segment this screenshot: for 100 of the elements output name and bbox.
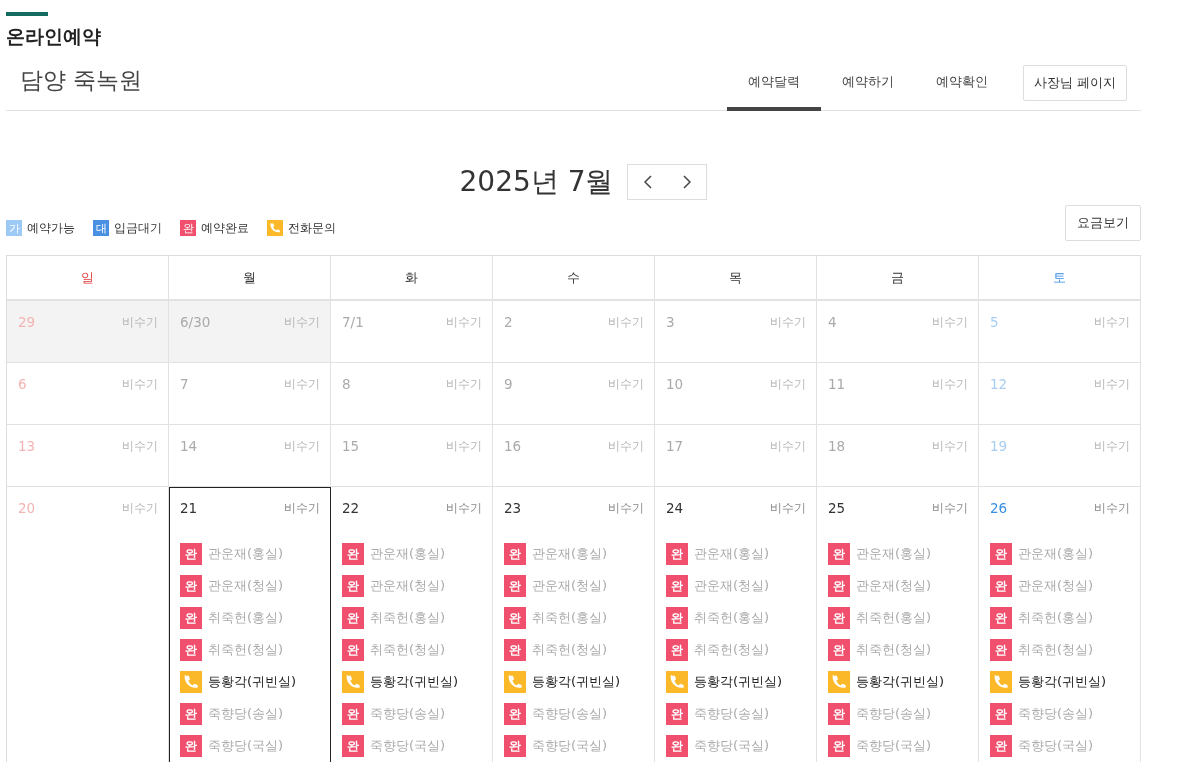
day-number: 15: [342, 438, 360, 455]
room-name[interactable]: 취죽헌(홍실): [1018, 609, 1094, 627]
rates-button[interactable]: 요금보기: [1065, 205, 1141, 241]
day-number: 21: [180, 500, 198, 517]
room-name[interactable]: 관운재(홍실): [370, 545, 446, 563]
room-name[interactable]: 죽향당(국실): [370, 737, 446, 755]
room-name[interactable]: 죽향당(국실): [856, 737, 932, 755]
room-name[interactable]: 등황각(귀빈실): [208, 673, 297, 691]
room-name[interactable]: 관운재(청실): [532, 577, 608, 595]
day-cell[interactable]: 20 비수기: [7, 487, 169, 762]
room-name[interactable]: 취죽헌(홍실): [208, 609, 284, 627]
room-name[interactable]: 등황각(귀빈실): [370, 673, 459, 691]
room-name[interactable]: 죽향당(송실): [1018, 705, 1094, 723]
day-cell[interactable]: 14 비수기: [169, 425, 331, 487]
season-label: 비수기: [608, 438, 644, 455]
room-name[interactable]: 관운재(청실): [208, 577, 284, 595]
status-badge: 완: [342, 543, 364, 565]
room-name[interactable]: 등황각(귀빈실): [856, 673, 945, 691]
room-name[interactable]: 등황각(귀빈실): [1018, 673, 1107, 691]
room-name[interactable]: 죽향당(송실): [208, 705, 284, 723]
accent-bar: [6, 12, 48, 16]
status-badge: 완: [342, 575, 364, 597]
room-name[interactable]: 취죽헌(청실): [208, 641, 284, 659]
room-name[interactable]: 취죽헌(청실): [532, 641, 608, 659]
season-label: 비수기: [122, 376, 158, 393]
room-name[interactable]: 관운재(청실): [1018, 577, 1094, 595]
day-number: 10: [666, 376, 684, 393]
room-name[interactable]: 관운재(홍실): [694, 545, 770, 563]
nav-tab[interactable]: 예약하기: [820, 73, 915, 111]
chevron-left-icon: [644, 175, 652, 189]
day-cell[interactable]: 9 비수기: [493, 363, 655, 425]
day-cell[interactable]: 21 비수기 완 관운재(홍실) 완 관운재(청실) 완 취죽헌(홍실) 완 취죽헌(청실) 등황각(귀빈실) 완 죽향당(송실) 완 죽향당(국실): [169, 487, 331, 762]
day-cell[interactable]: 23 비수기 완 관운재(홍실) 완 관운재(청실) 완 취죽헌(홍실) 완 취죽헌(청실) 등황각(귀빈실) 완 죽향당(송실) 완 죽향당(국실): [493, 487, 655, 762]
day-number: 11: [828, 376, 846, 393]
room-name[interactable]: 죽향당(송실): [856, 705, 932, 723]
day-number: 22: [342, 500, 360, 517]
room-name[interactable]: 취죽헌(홍실): [694, 609, 770, 627]
day-cell[interactable]: 17 비수기: [655, 425, 817, 487]
status-badge: 완: [990, 735, 1012, 757]
room-name[interactable]: 관운재(홍실): [1018, 545, 1094, 563]
day-cell[interactable]: 7 비수기: [169, 363, 331, 425]
room-name[interactable]: 죽향당(송실): [532, 705, 608, 723]
season-label: 비수기: [770, 376, 806, 393]
day-number: 19: [990, 438, 1008, 455]
room-name[interactable]: 관운재(홍실): [532, 545, 608, 563]
page-title: 온라인예약: [6, 24, 101, 49]
room-name[interactable]: 관운재(청실): [856, 577, 932, 595]
day-cell[interactable]: 26 비수기 완 관운재(홍실) 완 관운재(청실) 완 취죽헌(홍실) 완 취죽헌(청실) 등황각(귀빈실) 완 죽향당(송실) 완 죽향당(국실): [979, 487, 1141, 762]
room-name[interactable]: 취죽헌(청실): [856, 641, 932, 659]
room-name[interactable]: 관운재(청실): [694, 577, 770, 595]
room-name[interactable]: 취죽헌(청실): [1018, 641, 1094, 659]
day-cell[interactable]: 19 비수기: [979, 425, 1141, 487]
day-cell[interactable]: 5 비수기: [979, 301, 1141, 363]
status-badge: 완: [666, 639, 688, 661]
day-cell[interactable]: 15 비수기: [331, 425, 493, 487]
day-cell[interactable]: 25 비수기 완 관운재(홍실) 완 관운재(청실) 완 취죽헌(홍실) 완 취죽헌(청실) 등황각(귀빈실) 완 죽향당(송실) 완 죽향당(국실): [817, 487, 979, 762]
day-cell[interactable]: 22 비수기 완 관운재(홍실) 완 관운재(청실) 완 취죽헌(홍실) 완 취죽헌(청실) 등황각(귀빈실) 완 죽향당(송실) 완 죽향당(국실): [331, 487, 493, 762]
room-name[interactable]: 죽향당(국실): [208, 737, 284, 755]
owner-page-button[interactable]: 사장님 페이지: [1022, 65, 1127, 101]
season-label: 비수기: [446, 314, 482, 331]
room-name[interactable]: 죽향당(국실): [532, 737, 608, 755]
day-cell[interactable]: 13 비수기: [7, 425, 169, 487]
day-cell[interactable]: 2 비수기: [493, 301, 655, 363]
room-name[interactable]: 등황각(귀빈실): [694, 673, 783, 691]
nav-tab[interactable]: 예약확인: [914, 73, 1009, 111]
room-name[interactable]: 취죽헌(홍실): [856, 609, 932, 627]
day-cell[interactable]: 8 비수기: [331, 363, 493, 425]
day-cell[interactable]: 6 비수기: [7, 363, 169, 425]
season-label: 비수기: [608, 314, 644, 331]
room-name[interactable]: 취죽헌(청실): [694, 641, 770, 659]
season-label: 비수기: [932, 376, 968, 393]
room-name[interactable]: 죽향당(국실): [694, 737, 770, 755]
day-cell[interactable]: 12 비수기: [979, 363, 1141, 425]
day-cell[interactable]: 18 비수기: [817, 425, 979, 487]
room-name[interactable]: 취죽헌(홍실): [370, 609, 446, 627]
day-cell[interactable]: 10 비수기: [655, 363, 817, 425]
day-cell[interactable]: 11 비수기: [817, 363, 979, 425]
day-cell[interactable]: 3 비수기: [655, 301, 817, 363]
room-name[interactable]: 취죽헌(청실): [370, 641, 446, 659]
room-name[interactable]: 등황각(귀빈실): [532, 673, 621, 691]
room-name[interactable]: 죽향당(송실): [370, 705, 446, 723]
day-cell[interactable]: 24 비수기 완 관운재(홍실) 완 관운재(청실) 완 취죽헌(홍실) 완 취죽헌(청실) 등황각(귀빈실) 완 죽향당(송실) 완 죽향당(국실): [655, 487, 817, 762]
season-label: 비수기: [1094, 438, 1130, 455]
day-number: 7/1: [342, 314, 364, 331]
status-badge: 완: [828, 703, 850, 725]
legend-label: 입금대기: [114, 220, 162, 236]
day-cell[interactable]: 7/1 비수기: [331, 301, 493, 363]
room-name[interactable]: 죽향당(송실): [694, 705, 770, 723]
nav-tab[interactable]: 예약달력: [726, 73, 821, 111]
room-name[interactable]: 취죽헌(홍실): [532, 609, 608, 627]
legend-label: 전화문의: [288, 220, 336, 236]
room-name[interactable]: 관운재(청실): [370, 577, 446, 595]
place-name: 담양 죽녹원: [20, 67, 143, 93]
room-name[interactable]: 관운재(홍실): [856, 545, 932, 563]
room-name[interactable]: 죽향당(국실): [1018, 737, 1094, 755]
day-cell[interactable]: 4 비수기: [817, 301, 979, 363]
season-label: 비수기: [932, 314, 968, 331]
room-name[interactable]: 관운재(홍실): [208, 545, 284, 563]
day-number: 18: [828, 438, 846, 455]
day-cell[interactable]: 16 비수기: [493, 425, 655, 487]
